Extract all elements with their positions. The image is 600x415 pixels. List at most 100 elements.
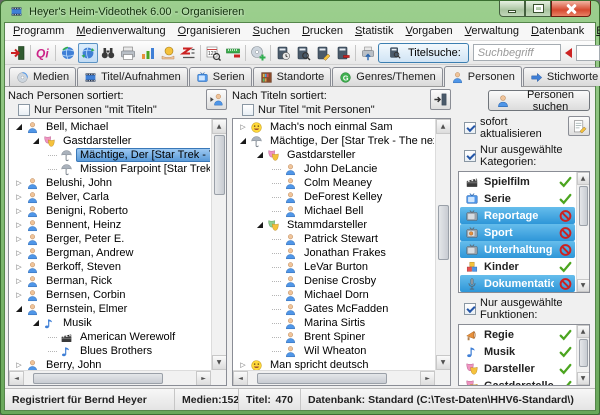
scroll-down-icon[interactable]: ▼ <box>436 355 451 370</box>
title-counter-box[interactable] <box>576 45 600 61</box>
menu-suchen[interactable]: Suchen <box>247 24 296 39</box>
functions-vscrollbar[interactable]: ▲ ▼ <box>576 325 589 385</box>
scroll-left-icon[interactable]: ◄ <box>9 371 24 386</box>
export-button[interactable] <box>358 43 378 63</box>
web-mode-button[interactable] <box>58 43 78 63</box>
person-filter-toggle-button[interactable] <box>206 89 227 110</box>
tree-item-deforest-kelley[interactable]: DeForest Kelley <box>235 190 434 204</box>
scroll-down-icon[interactable]: ▼ <box>212 355 227 370</box>
titles-tree-hscrollbar[interactable]: ◄ ► <box>233 370 435 385</box>
organisieren-mode-button[interactable] <box>78 43 98 63</box>
tree-item-brent-spiner[interactable]: Brent Spiner <box>235 330 434 344</box>
title-lookup-button[interactable] <box>293 43 313 63</box>
scroll-thumb[interactable] <box>257 373 387 384</box>
scroll-thumb[interactable] <box>214 135 225 195</box>
tree-item-blues-brothers[interactable]: Blues Brothers <box>11 344 210 358</box>
prev-title-arrow[interactable] <box>565 48 572 58</box>
maximize-button[interactable] <box>525 1 551 17</box>
tab-medien[interactable]: Medien <box>9 67 76 86</box>
tree-item-wil-wheaton[interactable]: Wil Wheaton <box>235 344 434 358</box>
menu-verwaltung[interactable]: Verwaltung <box>459 24 525 39</box>
expander-closed-icon[interactable]: ▷ <box>14 274 24 288</box>
tree-item-bennent-heinz[interactable]: ▷Bennent, Heinz <box>11 218 210 232</box>
remove-title-button[interactable] <box>333 43 353 63</box>
lending-button[interactable] <box>158 43 178 63</box>
tree-item-gastdarsteller[interactable]: ◢Gastdarsteller <box>11 134 210 148</box>
persons-tree-vscrollbar[interactable]: ▲ ▼ <box>211 119 226 370</box>
tree-item-jonathan-frakes[interactable]: Jonathan Frakes <box>235 246 434 260</box>
list-item-gastdarsteller[interactable]: Gastdarsteller <box>460 377 575 385</box>
expander-open-icon[interactable]: ◢ <box>255 148 265 162</box>
tree-item-mach-s-noch-einmal-sam[interactable]: ▷Mach's noch einmal Sam <box>235 120 434 134</box>
nur-kategorien-checkbox[interactable] <box>464 150 476 162</box>
expander-open-icon[interactable]: ◢ <box>255 218 265 232</box>
tree-item-gates-mcfadden[interactable]: Gates McFadden <box>235 302 434 316</box>
tree-item-colm-meaney[interactable]: Colm Meaney <box>235 176 434 190</box>
menu-organisieren[interactable]: Organisieren <box>172 24 247 39</box>
menu-extras[interactable]: Extras <box>590 24 600 39</box>
persons-tree-hscrollbar[interactable]: ◄ ► <box>9 370 211 385</box>
expander-closed-icon[interactable]: ▷ <box>14 232 24 246</box>
tree-item-berman-rick[interactable]: ▷Berman, Rick <box>11 274 210 288</box>
tree-item-michael-dorn[interactable]: Michael Dorn <box>235 288 434 302</box>
scroll-thumb[interactable] <box>579 339 588 367</box>
tree-item-levar-burton[interactable]: LeVar Burton <box>235 260 434 274</box>
tree-item-bernsen-corbin[interactable]: ▷Bernsen, Corbin <box>11 288 210 302</box>
tree-item-musik[interactable]: ◢Musik <box>11 316 210 330</box>
tab-titel-aufnahmen[interactable]: Titel/Aufnahmen <box>77 67 188 86</box>
expander-closed-icon[interactable]: ▷ <box>14 260 24 274</box>
scroll-right-icon[interactable]: ► <box>196 371 211 386</box>
expander-open-icon[interactable]: ◢ <box>31 134 41 148</box>
statistics-button[interactable] <box>138 43 158 63</box>
scroll-left-icon[interactable]: ◄ <box>233 371 248 386</box>
nur-personen-mit-titeln-checkbox[interactable] <box>18 104 30 116</box>
list-item-serie[interactable]: Serie <box>460 190 575 207</box>
scroll-thumb[interactable] <box>33 373 163 384</box>
tree-item-john-delancie[interactable]: John DeLancie <box>235 162 434 176</box>
menu-vorgaben[interactable]: Vorgaben <box>399 24 458 39</box>
expander-closed-icon[interactable]: ▷ <box>14 176 24 190</box>
scroll-thumb[interactable] <box>438 205 449 260</box>
tree-item-denise-crosby[interactable]: Denise Crosby <box>235 274 434 288</box>
titles-tree-vscrollbar[interactable]: ▲ ▼ <box>435 119 450 370</box>
tree-item-berger-peter-e[interactable]: ▷Berger, Peter E. <box>11 232 210 246</box>
nur-titel-mit-personen-checkbox[interactable] <box>242 104 254 116</box>
list-item-sport[interactable]: Sport <box>460 224 575 241</box>
list-item-dokumentation[interactable]: Dokumentation <box>460 275 575 292</box>
tree-item-belver-carla[interactable]: ▷Belver, Carla <box>11 190 210 204</box>
tab-genres-themen[interactable]: GGenres/Themen <box>332 67 442 86</box>
tree-item-american-werewolf[interactable]: American Werewolf <box>11 330 210 344</box>
scroll-up-icon[interactable]: ▲ <box>212 119 227 134</box>
tree-item-michael-bell[interactable]: Michael Bell <box>235 204 434 218</box>
tree-item-bernstein-elmer[interactable]: ◢Bernstein, Elmer <box>11 302 210 316</box>
sofort-aktualisieren-checkbox[interactable] <box>464 122 476 134</box>
scroll-thumb[interactable] <box>579 186 588 226</box>
list-item-kinder[interactable]: Kinder <box>460 258 575 275</box>
minimize-button[interactable] <box>499 1 525 17</box>
recordings-pending-button[interactable] <box>273 43 293 63</box>
menu-statistik[interactable]: Statistik <box>349 24 400 39</box>
expander-closed-icon[interactable]: ▷ <box>238 120 248 134</box>
expander-closed-icon[interactable]: ▷ <box>14 246 24 260</box>
list-item-reportage[interactable]: Reportage <box>460 207 575 224</box>
tab-personen[interactable]: Personen <box>444 66 522 87</box>
scroll-up-icon[interactable]: ▲ <box>577 325 590 338</box>
number-search-button[interactable]: 123 <box>203 43 223 63</box>
panel-toggle-button[interactable] <box>430 89 451 110</box>
list-item-regie[interactable]: Regie <box>460 326 575 343</box>
menu-medienverwaltung[interactable]: Medienverwaltung <box>70 24 171 39</box>
tree-item-stammdarsteller[interactable]: ◢Stammdarsteller <box>235 218 434 232</box>
expander-closed-icon[interactable]: ▷ <box>14 218 24 232</box>
nur-funktionen-checkbox[interactable] <box>464 303 476 315</box>
tree-item-man-spricht-deutsch[interactable]: ▷Man spricht deutsch <box>235 358 434 370</box>
tree-item-mächtige-der-star-trek-the-next-g[interactable]: Mächtige, Der [Star Trek - The next G <box>11 148 210 162</box>
wishlist-button[interactable] <box>178 43 198 63</box>
tree-item-gastdarsteller[interactable]: ◢Gastdarsteller <box>235 148 434 162</box>
tree-item-mächtige-der-star-trek-the-next-generation[interactable]: ◢Mächtige, Der [Star Trek - The next Gen… <box>235 134 434 148</box>
list-item-spielfilm[interactable]: Spielfilm <box>460 173 575 190</box>
titelsuche-button[interactable]: Titelsuche: <box>378 43 469 63</box>
tree-item-benigni-roberto[interactable]: ▷Benigni, Roberto <box>11 204 210 218</box>
menu-drucken[interactable]: Drucken <box>296 24 349 39</box>
expander-open-icon[interactable]: ◢ <box>14 120 24 134</box>
expander-closed-icon[interactable]: ▷ <box>14 358 24 370</box>
